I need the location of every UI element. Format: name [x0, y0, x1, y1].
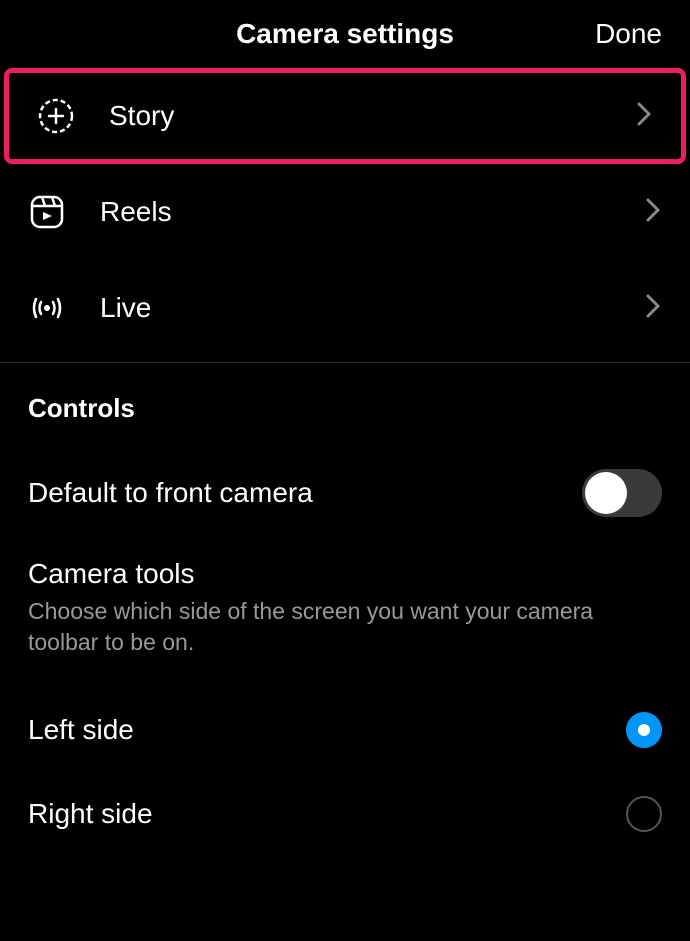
- camera-mode-reels[interactable]: Reels: [0, 164, 690, 260]
- page-title: Camera settings: [236, 18, 454, 50]
- header: Camera settings Done: [0, 0, 690, 68]
- live-icon: [28, 289, 66, 327]
- camera-tools-section: Camera tools Choose which side of the sc…: [0, 538, 690, 688]
- live-label: Live: [100, 292, 644, 324]
- done-button[interactable]: Done: [595, 18, 662, 50]
- chevron-right-icon: [644, 292, 662, 325]
- chevron-right-icon: [644, 196, 662, 229]
- toggle-knob: [585, 472, 627, 514]
- story-label: Story: [109, 100, 635, 132]
- left-side-label: Left side: [28, 714, 626, 746]
- front-camera-toggle[interactable]: [582, 469, 662, 517]
- camera-mode-live[interactable]: Live: [0, 260, 690, 356]
- camera-tools-title: Camera tools: [28, 558, 662, 590]
- camera-modes-list: Story Reels: [0, 68, 690, 356]
- camera-mode-story[interactable]: Story: [4, 68, 686, 164]
- radio-button-selected: [626, 712, 662, 748]
- reels-label: Reels: [100, 196, 644, 228]
- right-side-label: Right side: [28, 798, 626, 830]
- camera-tools-description: Choose which side of the screen you want…: [28, 596, 662, 658]
- radio-button-unselected: [626, 796, 662, 832]
- story-icon: [37, 97, 75, 135]
- chevron-right-icon: [635, 100, 653, 133]
- controls-section-header: Controls: [0, 363, 690, 448]
- reels-icon: [28, 193, 66, 231]
- radio-dot: [638, 724, 650, 736]
- front-camera-row: Default to front camera: [0, 448, 690, 538]
- toolbar-side-left[interactable]: Left side: [0, 688, 690, 772]
- front-camera-label: Default to front camera: [28, 477, 582, 509]
- toolbar-side-right[interactable]: Right side: [0, 772, 690, 856]
